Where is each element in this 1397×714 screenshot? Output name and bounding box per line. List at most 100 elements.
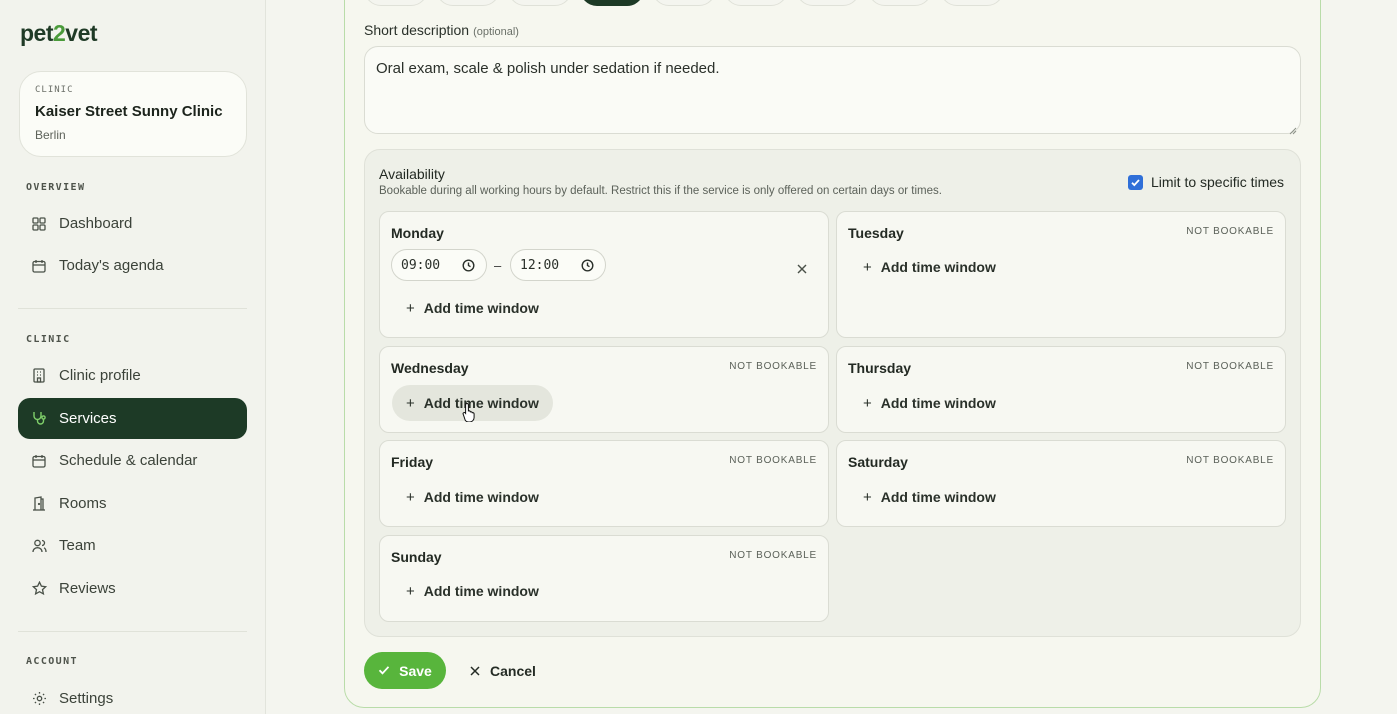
category-tab[interactable] xyxy=(508,0,572,6)
category-tab[interactable] xyxy=(724,0,788,6)
sidebar-item-label: Services xyxy=(59,410,117,427)
add-label: Add time window xyxy=(423,489,539,505)
plus-icon: + xyxy=(863,394,872,412)
clock-icon[interactable] xyxy=(462,259,475,276)
sidebar-item-reviews[interactable]: Reviews xyxy=(18,568,247,609)
sidebar-item-label: Clinic profile xyxy=(59,367,141,384)
day-name: Wednesday xyxy=(391,360,469,376)
day-card-friday: Friday NOT BOOKABLE + Add time window xyxy=(379,440,829,527)
limit-specific-times-toggle[interactable]: Limit to specific times xyxy=(1128,174,1284,190)
sidebar-item-label: Settings xyxy=(59,690,114,707)
category-tab[interactable] xyxy=(436,0,500,6)
availability-title: Availability xyxy=(379,166,445,182)
cancel-button[interactable]: Cancel xyxy=(462,652,544,689)
end-time-value: 12:00 xyxy=(520,257,560,273)
category-tab-selected[interactable] xyxy=(580,0,644,6)
not-bookable-badge: NOT BOOKABLE xyxy=(1186,361,1274,372)
add-label: Add time window xyxy=(880,259,996,275)
day-card-sunday: Sunday NOT BOOKABLE + Add time window xyxy=(379,535,829,622)
day-name: Thursday xyxy=(848,360,912,376)
sidebar-item-label: Rooms xyxy=(59,495,107,512)
hand-cursor-icon xyxy=(462,402,478,427)
section-label-clinic: CLINIC xyxy=(26,334,71,345)
add-time-window-button[interactable]: + Add time window xyxy=(392,290,553,326)
not-bookable-badge: NOT BOOKABLE xyxy=(1186,226,1274,237)
building-icon xyxy=(31,368,47,384)
sidebar-item-dashboard[interactable]: Dashboard xyxy=(18,203,247,244)
grid-icon xyxy=(31,216,47,232)
sidebar-item-rooms[interactable]: Rooms xyxy=(18,483,247,524)
short-description-textarea[interactable]: Oral exam, scale & polish under sedation… xyxy=(364,46,1301,135)
add-label: Add time window xyxy=(423,395,539,411)
not-bookable-badge: NOT BOOKABLE xyxy=(729,361,817,372)
remove-time-window-icon[interactable] xyxy=(797,261,807,279)
clinic-name: Kaiser Street Sunny Clinic xyxy=(35,103,223,120)
sidebar-divider xyxy=(18,631,247,632)
stethoscope-icon xyxy=(31,411,47,427)
star-icon xyxy=(31,581,47,597)
sidebar-item-clinic-profile[interactable]: Clinic profile xyxy=(18,355,247,396)
day-card-saturday: Saturday NOT BOOKABLE + Add time window xyxy=(836,440,1286,527)
sidebar: pet2vet CLINIC Kaiser Street Sunny Clini… xyxy=(0,0,266,714)
sidebar-item-settings[interactable]: Settings xyxy=(18,678,247,714)
plus-icon: + xyxy=(406,582,415,600)
add-label: Add time window xyxy=(880,395,996,411)
close-icon xyxy=(470,663,480,679)
short-description-label: Short description (optional) xyxy=(364,22,519,38)
day-card-thursday: Thursday NOT BOOKABLE + Add time window xyxy=(836,346,1286,433)
short-description-value: Oral exam, scale & polish under sedation… xyxy=(376,60,720,77)
category-tab[interactable] xyxy=(364,0,428,6)
sidebar-item-label: Reviews xyxy=(59,580,116,597)
save-label: Save xyxy=(399,662,432,679)
door-icon xyxy=(31,496,47,512)
sidebar-item-schedule[interactable]: Schedule & calendar xyxy=(18,440,247,481)
calendar-icon xyxy=(31,453,47,469)
day-name: Monday xyxy=(391,225,444,241)
category-tab[interactable] xyxy=(796,0,860,6)
add-time-window-button[interactable]: + Add time window xyxy=(849,479,1010,515)
add-time-window-button[interactable]: + Add time window xyxy=(849,385,1010,421)
sidebar-item-team[interactable]: Team xyxy=(18,525,247,566)
end-time-input[interactable]: 12:00 xyxy=(510,249,606,281)
clock-icon[interactable] xyxy=(581,259,594,276)
not-bookable-badge: NOT BOOKABLE xyxy=(1186,455,1274,466)
resize-handle[interactable] xyxy=(1289,122,1297,135)
day-name: Saturday xyxy=(848,454,908,470)
limit-checkbox[interactable] xyxy=(1128,174,1143,190)
day-card-tuesday: Tuesday NOT BOOKABLE + Add time window xyxy=(836,211,1286,338)
plus-icon: + xyxy=(863,258,872,276)
start-time-input[interactable]: 09:00 xyxy=(391,249,487,281)
availability-description: Bookable during all working hours by def… xyxy=(379,185,942,197)
category-tabs xyxy=(364,0,1004,6)
section-label-account: ACCOUNT xyxy=(26,656,78,667)
time-range-separator: – xyxy=(494,258,502,273)
plus-icon: + xyxy=(406,299,415,317)
calendar-icon xyxy=(31,258,47,274)
section-label-overview: OVERVIEW xyxy=(26,182,86,193)
add-time-window-button[interactable]: + Add time window xyxy=(392,573,553,609)
sidebar-item-label: Team xyxy=(59,537,96,554)
category-tab[interactable] xyxy=(868,0,932,6)
clinic-city: Berlin xyxy=(35,128,66,142)
cancel-label: Cancel xyxy=(490,662,536,679)
sidebar-divider xyxy=(18,308,247,309)
add-time-window-button[interactable]: + Add time window xyxy=(392,479,553,515)
category-tab[interactable] xyxy=(652,0,716,6)
day-name: Sunday xyxy=(391,549,442,565)
day-name: Tuesday xyxy=(848,225,904,241)
sidebar-item-agenda[interactable]: Today's agenda xyxy=(18,245,247,286)
sidebar-item-label: Today's agenda xyxy=(59,257,164,274)
add-label: Add time window xyxy=(880,489,996,505)
sidebar-item-services[interactable]: Services xyxy=(18,398,247,439)
add-time-window-button[interactable]: + Add time window xyxy=(849,249,1010,285)
day-card-wednesday: Wednesday NOT BOOKABLE + Add time window xyxy=(379,346,829,433)
save-button[interactable]: Save xyxy=(364,652,446,689)
limit-label: Limit to specific times xyxy=(1151,174,1285,190)
category-tab[interactable] xyxy=(940,0,1004,6)
sidebar-item-label: Dashboard xyxy=(59,215,133,232)
not-bookable-badge: NOT BOOKABLE xyxy=(729,455,817,466)
clinic-switcher[interactable]: CLINIC Kaiser Street Sunny Clinic Berlin xyxy=(19,71,247,157)
not-bookable-badge: NOT BOOKABLE xyxy=(729,550,817,561)
plus-icon: + xyxy=(406,394,415,412)
brand-logo[interactable]: pet2vet xyxy=(20,20,98,47)
